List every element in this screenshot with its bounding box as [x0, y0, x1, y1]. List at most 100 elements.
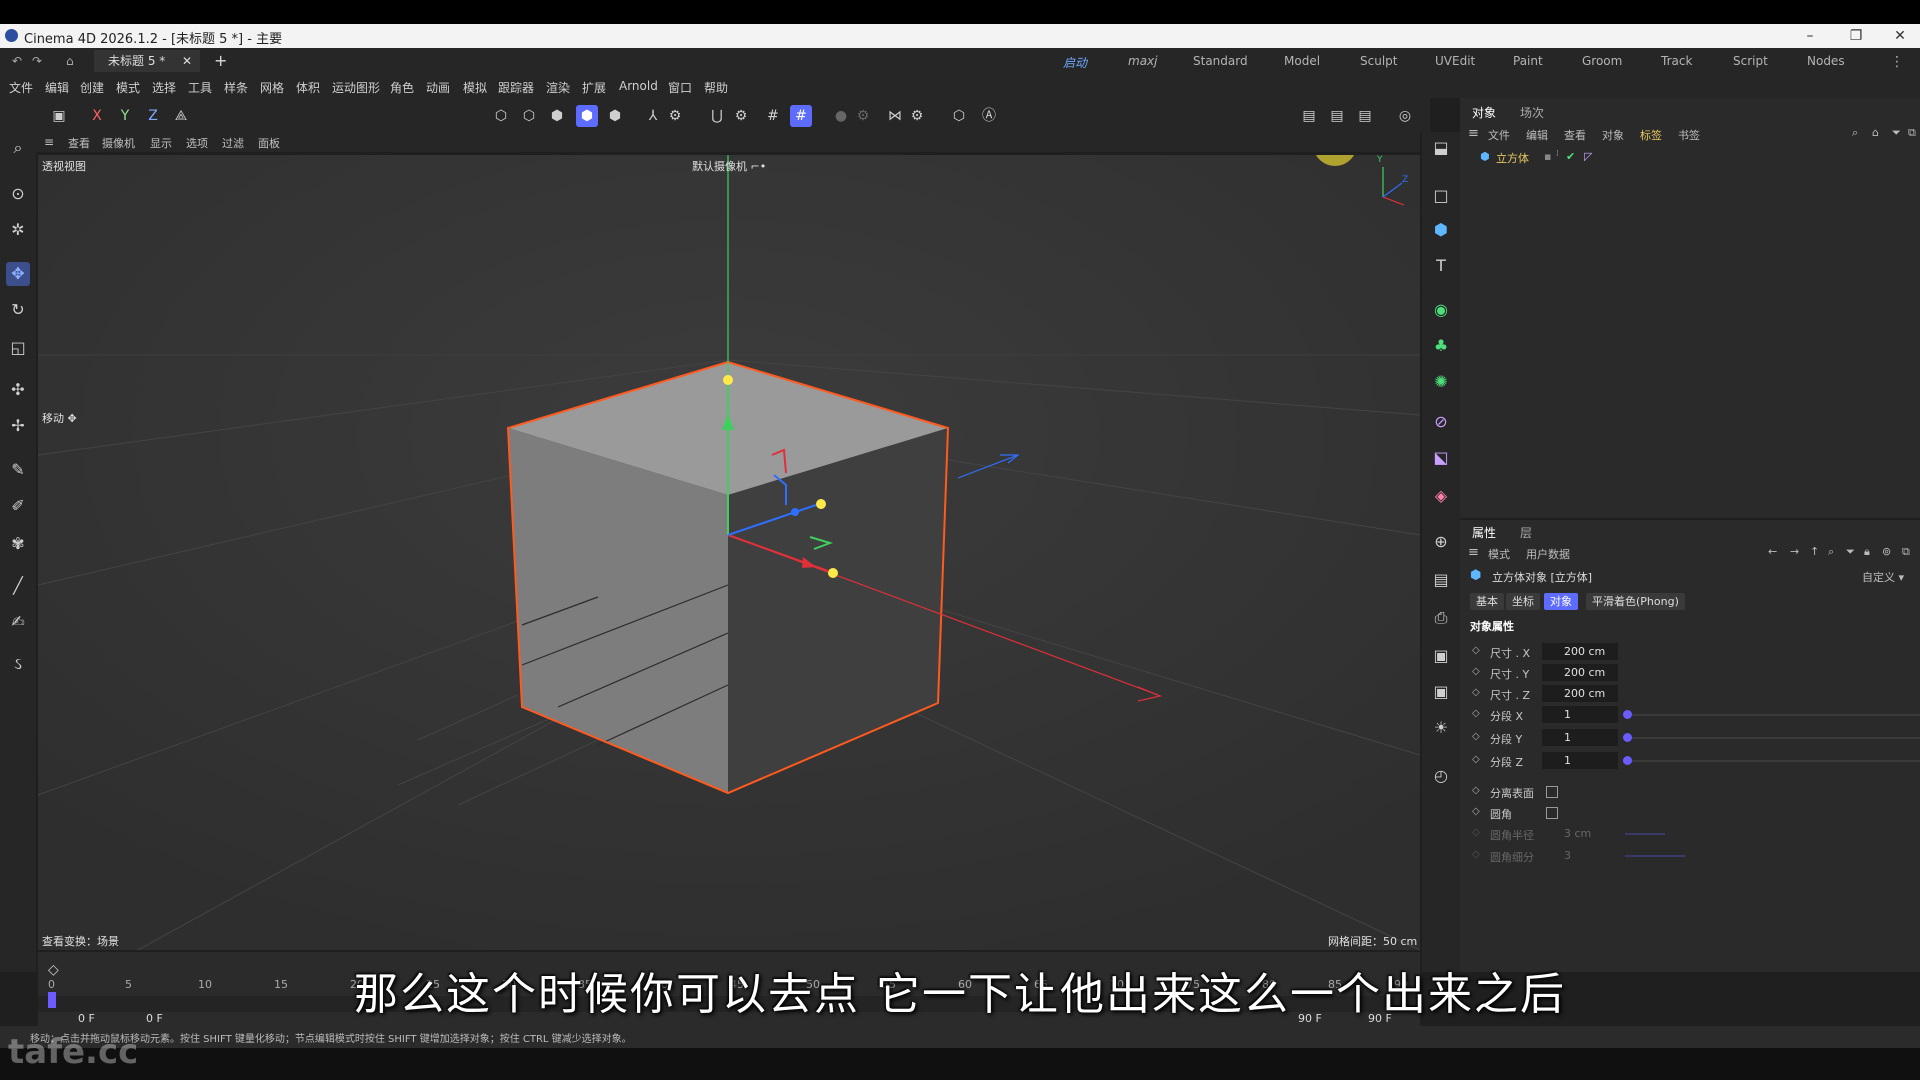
keyframe-diamond-icon[interactable]: ◇ [1472, 645, 1480, 656]
object-name[interactable]: 立方体 [1496, 150, 1529, 166]
object-mode-icon[interactable]: ▣ [48, 105, 70, 127]
render-target-icon[interactable]: ⎙ [1429, 606, 1453, 630]
viewport-camera-label[interactable]: 默认摄像机 ⌐• [692, 158, 766, 174]
minimize-button[interactable]: – [1790, 26, 1830, 46]
attributes-menu-mode[interactable]: 模式 [1488, 546, 1510, 562]
viewport-menu-camera[interactable]: 摄像机 [102, 135, 135, 151]
object-menu-object[interactable]: 对象 [1602, 127, 1624, 143]
x-axis-lock-button[interactable]: X [86, 105, 108, 127]
object-menu-bookmarks[interactable]: 书签 [1678, 127, 1700, 143]
text-object-icon[interactable]: T [1429, 254, 1453, 278]
points-mode-icon[interactable]: ⬡ [490, 105, 512, 127]
attributes-menu-icon[interactable]: ≡ [1468, 545, 1479, 560]
menu-animate[interactable]: 动画 [426, 79, 450, 96]
keyframe-diamond-icon[interactable]: ◇ [1472, 785, 1480, 796]
render-picture-viewer-icon[interactable]: ▤ [1326, 105, 1348, 127]
object-row-cube[interactable]: ⬢ 立方体 ▪ ⁞ ✔ ◸ [1460, 148, 1920, 166]
layout-tab-nodes[interactable]: Nodes [1807, 54, 1845, 68]
viewport-menu-filter[interactable]: 过滤 [222, 135, 244, 151]
close-tab-icon[interactable]: ✕ [182, 50, 192, 72]
menu-render[interactable]: 渲染 [546, 79, 570, 96]
object-search-icon[interactable]: ⌕ [1852, 126, 1858, 140]
settings-circle-icon[interactable]: ⊚ [1882, 545, 1891, 558]
layout-tab-paint[interactable]: Paint [1513, 54, 1543, 68]
tab-takes[interactable]: 场次 [1520, 104, 1544, 121]
keyframe-diamond-icon[interactable]: ◇ [1472, 708, 1480, 719]
move-tool-icon[interactable]: ✥ [6, 262, 30, 286]
object-menu-view[interactable]: 查看 [1564, 127, 1586, 143]
null-object-icon[interactable]: □ [1429, 184, 1453, 208]
object-panel-menu-icon[interactable]: ≡ [1468, 126, 1479, 141]
seg-z-slider-knob[interactable] [1623, 756, 1632, 765]
interactive-render-icon[interactable]: ◎ [1394, 105, 1416, 127]
object-menu-tags[interactable]: 标签 [1640, 127, 1662, 143]
phong-tag-icon[interactable]: ◸ [1584, 150, 1592, 163]
viewport-menu-options[interactable]: 选项 [186, 135, 208, 151]
subtab-phong[interactable]: 平滑着色(Phong) [1586, 593, 1685, 610]
polygons-mode-icon[interactable]: ⬢ [546, 105, 568, 127]
seg-y-field[interactable]: 1 [1542, 729, 1618, 746]
take-icon[interactable]: ▣ [1429, 680, 1453, 704]
menu-extensions[interactable]: 扩展 [582, 79, 606, 96]
workplane-settings-icon[interactable]: ⚙ [852, 105, 874, 127]
seg-x-field[interactable]: 1 [1542, 706, 1618, 723]
layer-dot-icon[interactable]: ▪ [1544, 150, 1551, 163]
tab-layers[interactable]: 层 [1520, 524, 1532, 541]
seg-x-slider-knob[interactable] [1623, 710, 1632, 719]
field-icon[interactable]: ⬕ [1429, 446, 1453, 470]
layout-tab-model[interactable]: Model [1284, 54, 1320, 68]
more-layouts-icon[interactable]: ⋮ [1890, 54, 1904, 70]
seg-z-field[interactable]: 1 [1542, 752, 1618, 769]
visibility-dots-icon[interactable]: ⁞ [1556, 149, 1559, 159]
light-icon[interactable]: ☀ [1429, 716, 1453, 740]
paint-icon[interactable]: ✍ [6, 610, 30, 634]
viewport-menu-icon[interactable]: ≡ [44, 135, 54, 149]
viewport-menu-panel[interactable]: 面板 [258, 135, 280, 151]
tab-objects[interactable]: 对象 [1472, 104, 1496, 121]
subtab-object[interactable]: 对象 [1544, 593, 1578, 610]
redo-icon[interactable]: ↷ [32, 50, 42, 72]
viewport-menu-display[interactable]: 显示 [150, 135, 172, 151]
back-arrow-icon[interactable]: ← [1768, 545, 1777, 558]
subtab-basic[interactable]: 基本 [1470, 593, 1504, 610]
effector-icon[interactable]: ✺ [1429, 370, 1453, 394]
scale-tool-icon[interactable]: ◱ [6, 336, 30, 360]
menu-mograph[interactable]: 运动图形 [332, 79, 380, 96]
coordinate-system-icon[interactable]: ⟁ [170, 105, 192, 127]
keyframe-diamond-icon[interactable]: ◇ [1472, 731, 1480, 742]
enabled-check-icon[interactable]: ✔ [1566, 150, 1575, 163]
layout-tab-script[interactable]: Script [1733, 54, 1768, 68]
generator-icon[interactable]: ◉ [1429, 298, 1453, 322]
texture-mode-icon[interactable]: ⬢ [604, 105, 626, 127]
restore-button[interactable]: ❐ [1836, 26, 1876, 46]
layout-tab-track[interactable]: Track [1661, 54, 1692, 68]
keyframe-diamond-icon[interactable]: ◇ [1472, 666, 1480, 677]
select-tools-icon[interactable]: ✲ [6, 218, 30, 242]
render-view-icon[interactable]: ▤ [1298, 105, 1320, 127]
menu-tools[interactable]: 工具 [188, 79, 212, 96]
hair-tool-icon[interactable]: ઽ [6, 652, 30, 676]
attributes-search-icon[interactable]: ⌕ [1828, 545, 1834, 559]
symmetry-settings-icon[interactable]: ⚙ [906, 105, 928, 127]
up-arrow-icon[interactable]: ↑ [1810, 545, 1819, 558]
object-menu-edit[interactable]: 编辑 [1526, 127, 1548, 143]
spline-pen-icon[interactable]: ✎ [6, 458, 30, 482]
menu-select[interactable]: 选择 [152, 79, 176, 96]
search-icon[interactable]: ⌕ [6, 136, 30, 160]
object-menu-file[interactable]: 文件 [1488, 127, 1510, 143]
arnold-icon[interactable]: Ⓐ [978, 105, 1000, 127]
keyframe-diamond-icon[interactable]: ◇ [1472, 754, 1480, 765]
attributes-menu-userdata[interactable]: 用户数据 [1526, 546, 1570, 562]
z-axis-lock-button[interactable]: Z [142, 105, 164, 127]
menu-mesh[interactable]: 网格 [260, 79, 284, 96]
seg-y-slider[interactable] [1625, 737, 1920, 739]
layout-tab-standard[interactable]: Standard [1193, 54, 1248, 68]
layout-tab-startup[interactable]: 启动 [1056, 54, 1094, 78]
spline-tools-icon[interactable]: ✐ [6, 494, 30, 518]
symmetry-icon[interactable]: ⋈ [884, 105, 906, 127]
axis-mode-icon[interactable]: ⅄ [642, 105, 664, 127]
axis-settings-icon[interactable]: ⚙ [664, 105, 686, 127]
menu-mode[interactable]: 模式 [116, 79, 140, 96]
layout-tab-uvedit[interactable]: UVEdit [1435, 54, 1475, 68]
lock-icon[interactable]: 🔒︎ [1864, 545, 1870, 559]
